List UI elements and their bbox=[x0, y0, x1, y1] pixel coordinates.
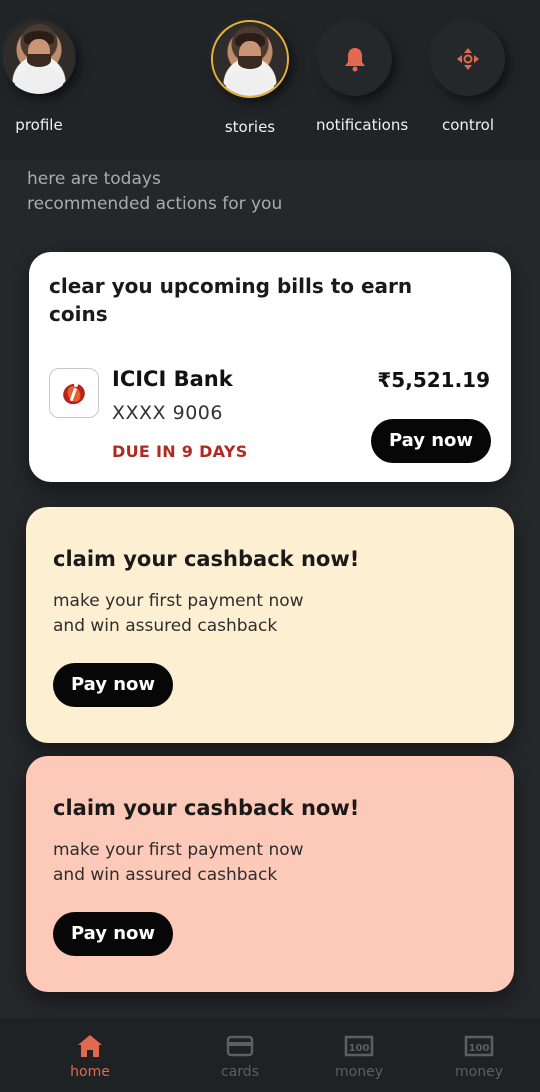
promo-title: claim your cashback now! bbox=[53, 796, 360, 820]
svg-text:100: 100 bbox=[469, 1043, 490, 1054]
nav-notifications-label: notifications bbox=[316, 116, 409, 134]
intro-text: here are todays recommended actions for … bbox=[27, 167, 282, 217]
bottom-nav-money-2[interactable]: 100 money bbox=[439, 1032, 519, 1080]
promo-line-2: and win assured cashback bbox=[53, 865, 278, 885]
home-icon bbox=[78, 1035, 102, 1057]
money-icon: 100 bbox=[344, 1035, 374, 1057]
nav-profile-label: profile bbox=[15, 116, 63, 134]
bottom-nav: home cards 100 money 100 money bbox=[0, 1018, 540, 1092]
promo-title: claim your cashback now! bbox=[53, 547, 360, 571]
bottom-nav-cards[interactable]: cards bbox=[200, 1032, 280, 1080]
profile-avatar[interactable] bbox=[2, 20, 76, 94]
nav-profile[interactable]: profile bbox=[2, 0, 76, 134]
bill-card-title: clear you upcoming bills to earn coins bbox=[49, 274, 413, 326]
nav-stories-label: stories bbox=[224, 118, 276, 136]
account-number: XXXX 9006 bbox=[112, 402, 223, 424]
promo-description: make your first payment now and win assu… bbox=[53, 589, 304, 639]
avatar bbox=[214, 23, 286, 96]
nav-control[interactable]: control bbox=[431, 0, 505, 134]
nav-stories[interactable]: stories bbox=[211, 0, 289, 136]
cashback-card-2: claim your cashback now! make your first… bbox=[26, 756, 514, 992]
bottom-nav-money-label: money bbox=[335, 1064, 383, 1080]
card-icon bbox=[226, 1035, 254, 1057]
promo-line-1: make your first payment now bbox=[53, 591, 304, 611]
bank-name: ICICI Bank bbox=[112, 367, 233, 391]
bill-card: clear you upcoming bills to earn coins I… bbox=[29, 252, 511, 482]
nav-control-label: control bbox=[442, 116, 494, 134]
promo-line-1: make your first payment now bbox=[53, 840, 304, 860]
bottom-nav-money-1[interactable]: 100 money bbox=[319, 1032, 399, 1080]
promo-pay-button[interactable]: Pay now bbox=[53, 663, 173, 707]
notifications-button[interactable] bbox=[318, 22, 392, 96]
nav-notifications[interactable]: notifications bbox=[316, 0, 409, 134]
promo-line-2: and win assured cashback bbox=[53, 616, 278, 636]
svg-text:100: 100 bbox=[349, 1043, 370, 1054]
bottom-nav-home[interactable]: home bbox=[50, 1032, 130, 1080]
top-bar: profile stories notifications control bbox=[0, 0, 540, 160]
control-button[interactable] bbox=[431, 22, 505, 96]
promo-pay-button[interactable]: Pay now bbox=[53, 912, 173, 956]
bill-amount: ₹5,521.19 bbox=[377, 368, 490, 392]
bottom-nav-home-label: home bbox=[70, 1064, 110, 1080]
bill-pay-button[interactable]: Pay now bbox=[371, 419, 491, 463]
intro-line-2: recommended actions for you bbox=[27, 194, 283, 214]
promo-description: make your first payment now and win assu… bbox=[53, 838, 304, 888]
cashback-card-1: claim your cashback now! make your first… bbox=[26, 507, 514, 743]
due-status: DUE IN 9 DAYS bbox=[112, 442, 248, 461]
bank-logo bbox=[49, 368, 99, 418]
bottom-nav-money-label: money bbox=[455, 1064, 503, 1080]
avatar bbox=[3, 21, 75, 94]
bottom-nav-cards-label: cards bbox=[221, 1064, 259, 1080]
bell-icon bbox=[345, 48, 365, 72]
money-icon: 100 bbox=[464, 1035, 494, 1057]
move-icon bbox=[457, 48, 479, 70]
stories-avatar[interactable] bbox=[211, 20, 289, 98]
intro-line-1: here are todays bbox=[27, 169, 161, 189]
icici-logo-icon bbox=[63, 383, 85, 405]
